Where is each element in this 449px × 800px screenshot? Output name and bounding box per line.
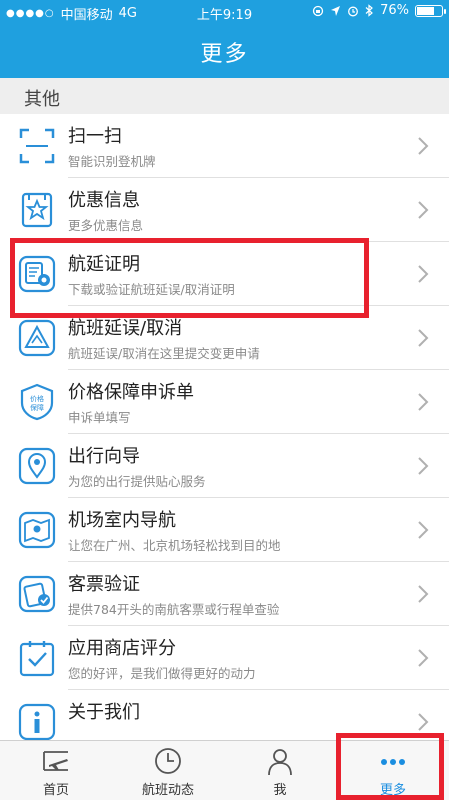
- menu-item-subtitle: 航班延误/取消在这里提交变更申请: [68, 346, 260, 361]
- menu-item-ticket-verify[interactable]: 客票验证 提供784开头的南航客票或行程单查验: [0, 562, 449, 626]
- menu-list: 扫一扫 智能识别登机牌 优惠信息 更多优惠信息 航延证明 下载或验证航班延误/取…: [0, 114, 449, 741]
- menu-item-title: 价格保障申诉单: [68, 382, 194, 403]
- menu-item-promo[interactable]: 优惠信息 更多优惠信息: [0, 178, 449, 242]
- chevron-right-icon: [418, 393, 429, 411]
- info-icon: [18, 703, 56, 741]
- menu-item-title: 关于我们: [68, 702, 140, 723]
- lock-rotation-icon: [312, 5, 324, 16]
- alarm-icon: [348, 6, 359, 16]
- status-bar: ●●●●○ 中国移动 4G 上午9:19 76%: [0, 0, 449, 24]
- chevron-right-icon: [418, 457, 429, 475]
- battery-percent: 76%: [380, 3, 409, 18]
- map-icon: [18, 511, 56, 549]
- chevron-right-icon: [418, 265, 429, 283]
- person-icon: [268, 749, 292, 776]
- menu-item-price-guarantee[interactable]: 价格 保障 价格保障申诉单 申诉单填写: [0, 370, 449, 434]
- tab-home[interactable]: 首页: [0, 741, 112, 800]
- chevron-right-icon: [418, 713, 429, 731]
- chevron-right-icon: [418, 649, 429, 667]
- chevron-right-icon: [418, 201, 429, 219]
- promo-icon: [21, 192, 53, 228]
- battery-fill: [417, 6, 434, 15]
- home-plane-icon: [43, 751, 68, 771]
- chevron-right-icon: [418, 521, 429, 539]
- status-right: 76%: [312, 3, 446, 18]
- tab-flight-status[interactable]: 航班动态: [112, 741, 224, 800]
- menu-item-title: 优惠信息: [68, 190, 140, 211]
- menu-item-airport-navigation[interactable]: 机场室内导航 让您在广州、北京机场轻松找到目的地: [0, 498, 449, 562]
- delay-icon: [18, 319, 56, 357]
- bluetooth-icon: [365, 4, 374, 17]
- section-header: 其他: [0, 78, 449, 114]
- tab-me[interactable]: 我: [224, 741, 336, 800]
- battery-icon: [415, 4, 446, 17]
- menu-item-title: 客票验证: [68, 574, 140, 595]
- menu-item-title: 出行向导: [68, 446, 140, 467]
- menu-item-title: 机场室内导航: [68, 510, 176, 531]
- rating-icon: [19, 641, 55, 677]
- highlight-box-more-tab: [336, 733, 444, 800]
- menu-item-subtitle: 申诉单填写: [68, 410, 131, 425]
- menu-item-scan[interactable]: 扫一扫 智能识别登机牌: [0, 114, 449, 178]
- tab-label: 我: [273, 783, 287, 798]
- tab-label: 航班动态: [141, 783, 194, 798]
- menu-item-subtitle: 让您在广州、北京机场轻松找到目的地: [68, 538, 281, 553]
- menu-item-subtitle: 提供784开头的南航客票或行程单查验: [68, 602, 280, 617]
- chevron-right-icon: [418, 329, 429, 347]
- tab-label: 首页: [42, 783, 69, 798]
- location-arrow-icon: [331, 5, 341, 16]
- ticket-verify-icon: [18, 575, 56, 613]
- chevron-right-icon: [418, 585, 429, 603]
- menu-item-subtitle: 更多优惠信息: [68, 218, 144, 233]
- location-pin-icon: [18, 447, 56, 485]
- clock-icon: [155, 748, 181, 774]
- menu-item-subtitle: 为您的出行提供贴心服务: [68, 474, 206, 489]
- menu-item-travel-guide[interactable]: 出行向导 为您的出行提供贴心服务: [0, 434, 449, 498]
- chevron-right-icon: [418, 137, 429, 155]
- page-title: 更多: [200, 42, 249, 67]
- menu-item-subtitle: 智能识别登机牌: [68, 154, 156, 169]
- highlight-box-delay-certificate: [10, 238, 369, 318]
- menu-item-title: 扫一扫: [68, 126, 122, 147]
- section-label: 其他: [24, 89, 60, 110]
- scan-icon: [19, 128, 55, 164]
- price-guarantee-icon-text-2: 保障: [30, 403, 44, 412]
- nav-bar: 更多: [0, 24, 449, 78]
- price-guarantee-icon-text-1: 价格: [30, 394, 44, 403]
- menu-item-title: 应用商店评分: [68, 638, 176, 659]
- menu-item-app-rating[interactable]: 应用商店评分 您的好评，是我们做得更好的动力: [0, 626, 449, 690]
- price-guarantee-icon: 价格 保障: [20, 383, 54, 421]
- menu-item-subtitle: 您的好评，是我们做得更好的动力: [68, 666, 256, 681]
